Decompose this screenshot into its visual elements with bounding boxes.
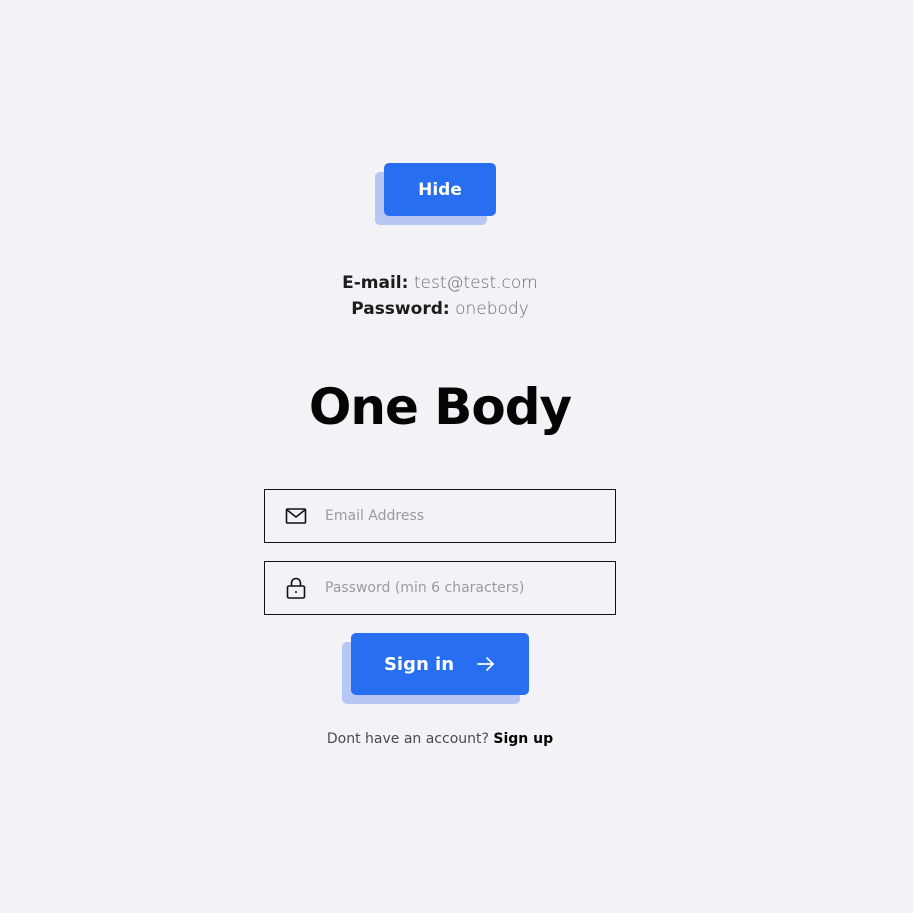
hide-button-group: Hide — [375, 163, 496, 225]
email-input[interactable] — [325, 490, 605, 542]
demo-password-label: Password: — [351, 299, 450, 319]
demo-password-row: Password: onebody — [0, 296, 880, 322]
login-page: Hide E-mail: test@test.com Password: one… — [0, 0, 913, 913]
sign-in-button[interactable]: Sign in — [351, 633, 529, 695]
sign-in-label: Sign in — [383, 653, 455, 675]
password-input[interactable] — [325, 562, 605, 614]
demo-credentials: E-mail: test@test.com Password: onebody — [0, 270, 880, 322]
demo-email-value: test@test.com — [413, 273, 538, 293]
mail-icon — [284, 504, 308, 528]
signup-prompt-text: Dont have an account? — [326, 731, 489, 747]
lock-icon — [284, 576, 308, 600]
email-field[interactable] — [264, 489, 616, 543]
demo-password-value: onebody — [455, 299, 529, 319]
page-title: One Body — [308, 378, 572, 436]
arrow-right-icon — [476, 654, 496, 674]
demo-email-row: E-mail: test@test.com — [0, 270, 880, 296]
sign-in-button-group: Sign in — [342, 633, 529, 704]
password-field[interactable] — [264, 561, 616, 615]
demo-email-label: E-mail: — [342, 273, 409, 293]
signup-prompt: Dont have an account? Sign up — [0, 731, 880, 747]
sign-up-link[interactable]: Sign up — [493, 731, 553, 747]
hide-button[interactable]: Hide — [384, 163, 496, 216]
